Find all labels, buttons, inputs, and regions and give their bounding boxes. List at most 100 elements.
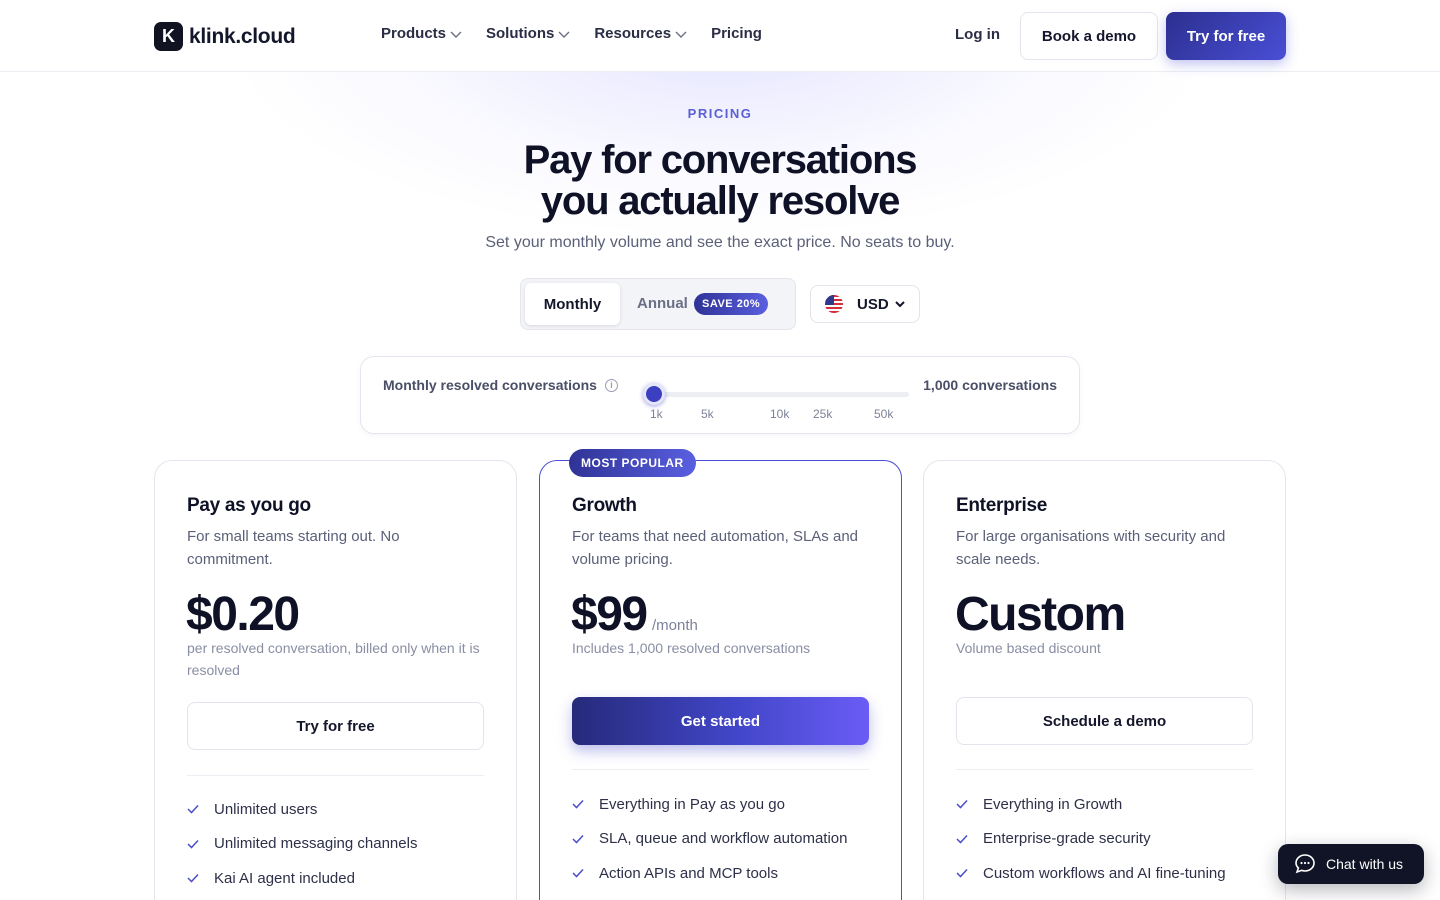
slider-label: Monthly resolved conversations i [383, 377, 618, 393]
slider-tick: 50k [874, 407, 894, 421]
chat-label: Chat with us [1326, 856, 1404, 872]
feature-text: Everything in Growth [983, 795, 1123, 813]
page-subtitle: Set your monthly volume and see the exac… [485, 234, 955, 251]
feature-list: Unlimited users Unlimited messaging chan… [187, 792, 417, 896]
feature-item: Enterprise-grade security [956, 822, 1226, 857]
page-title: Pay for conversations you actually resol… [0, 140, 1440, 222]
brand-name: klink.cloud [189, 24, 296, 48]
check-icon [956, 799, 970, 809]
nav-item-resources[interactable]: Resources [594, 25, 687, 42]
try-free-plan-button[interactable]: Try for free [187, 702, 484, 750]
billing-annual-option[interactable]: Annual [637, 295, 688, 312]
site-header: K klink.cloud Products Solutions Resourc… [0, 0, 1440, 72]
plan-period: /month [652, 617, 698, 634]
plan-description: For large organisations with security an… [956, 528, 1226, 568]
nav-label: Products [381, 25, 447, 42]
feature-text: Unlimited messaging channels [214, 835, 418, 853]
pricing-eyebrow: PRICING [687, 106, 753, 121]
plan-price: Custom [955, 588, 1126, 641]
slider-track[interactable] [653, 392, 909, 397]
try-free-button[interactable]: Try for free [1166, 12, 1286, 60]
plan-card-pay-as-you-go: Pay as you go For small teams starting o… [154, 460, 517, 900]
nav-label: Resources [594, 25, 672, 42]
logo-mark-icon: K [154, 22, 183, 51]
plan-price: $0.20 [186, 588, 300, 641]
plan-card-growth: Growth For teams that need automation, S… [539, 460, 902, 900]
login-link[interactable]: Log in [955, 26, 1000, 43]
plan-price: $99 [571, 588, 648, 641]
feature-item: Everything in Pay as you go [572, 787, 848, 822]
main-nav: Products Solutions Resources Pricing [381, 25, 788, 42]
slider-tick: 1k [650, 407, 663, 421]
plan-name: Pay as you go [187, 495, 311, 516]
slider-value: 1,000 conversations [923, 377, 1057, 393]
plan-note: Volume based discount [956, 640, 1101, 656]
check-icon [956, 868, 970, 878]
info-icon[interactable]: i [604, 378, 618, 392]
feature-list: Everything in Growth Enterprise-grade se… [956, 787, 1226, 891]
feature-list: Everything in Pay as you go SLA, queue a… [572, 787, 848, 891]
feature-text: Kai AI agent included [214, 869, 355, 887]
most-popular-badge: MOST POPULAR [569, 449, 696, 477]
feature-item: Action APIs and MCP tools [572, 856, 848, 891]
feature-text: Unlimited users [214, 800, 318, 818]
book-demo-button[interactable]: Book a demo [1020, 12, 1158, 60]
feature-item: Custom workflows and AI fine-tuning [956, 856, 1226, 891]
check-icon [572, 799, 586, 809]
divider [956, 769, 1253, 770]
feature-text: Everything in Pay as you go [599, 795, 785, 813]
currency-select[interactable]: USD [810, 285, 920, 323]
nav-label: Solutions [486, 25, 555, 42]
check-icon [956, 834, 970, 844]
feature-text: Action APIs and MCP tools [599, 864, 778, 882]
feature-text: SLA, queue and workflow automation [599, 830, 848, 848]
nav-item-pricing[interactable]: Pricing [711, 25, 762, 42]
brand-logo[interactable]: K klink.cloud [154, 22, 296, 51]
plan-name: Growth [572, 495, 637, 516]
schedule-demo-button[interactable]: Schedule a demo [956, 697, 1253, 745]
title-line-2: you actually resolve [540, 179, 901, 223]
currency-value: USD [857, 295, 889, 313]
check-icon [187, 804, 201, 814]
check-icon [187, 839, 201, 849]
title-line-1: Pay for conversations [523, 138, 918, 182]
divider [187, 775, 484, 776]
chevron-down-icon [558, 29, 570, 39]
check-icon [187, 873, 201, 883]
feature-text: Custom workflows and AI fine-tuning [983, 864, 1226, 882]
plan-note: Includes 1,000 resolved conversations [572, 640, 811, 656]
nav-item-products[interactable]: Products [381, 25, 462, 42]
slider-label-text: Monthly resolved conversations [383, 377, 597, 393]
feature-item: Unlimited messaging channels [187, 827, 417, 862]
feature-item: Everything in Growth [956, 787, 1226, 822]
get-started-button[interactable]: Get started [572, 697, 869, 745]
chevron-down-icon [450, 29, 462, 39]
slider-tick: 25k [813, 407, 833, 421]
divider [572, 769, 869, 770]
billing-toggle: Monthly Annual SAVE 20% [520, 278, 796, 330]
nav-label: Pricing [711, 25, 762, 42]
slider-tick: 5k [701, 407, 714, 421]
us-flag-icon [825, 295, 843, 313]
chat-bubble-icon [1294, 853, 1316, 875]
plan-note: per resolved conversation, billed only w… [187, 640, 480, 678]
billing-monthly-option[interactable]: Monthly [525, 283, 620, 325]
nav-item-solutions[interactable]: Solutions [486, 25, 570, 42]
save-badge: SAVE 20% [694, 293, 769, 315]
plan-card-enterprise: Enterprise For large organisations with … [923, 460, 1286, 900]
feature-item: SLA, queue and workflow automation [572, 822, 848, 857]
feature-text: Enterprise-grade security [983, 830, 1151, 848]
check-icon [572, 834, 586, 844]
chat-widget-button[interactable]: Chat with us [1278, 844, 1424, 884]
slider-thumb[interactable] [643, 383, 665, 405]
check-icon [572, 868, 586, 878]
feature-item: Kai AI agent included [187, 861, 417, 896]
plan-name: Enterprise [956, 495, 1047, 516]
volume-slider-card: Monthly resolved conversations i 1k 5k 1… [360, 356, 1080, 434]
plan-description: For small teams starting out. No commitm… [187, 528, 400, 568]
chevron-down-icon [894, 295, 905, 313]
slider-tick: 10k [770, 407, 790, 421]
feature-item: Unlimited users [187, 792, 417, 827]
chevron-down-icon [675, 29, 687, 39]
plan-description: For teams that need automation, SLAs and… [572, 528, 859, 568]
